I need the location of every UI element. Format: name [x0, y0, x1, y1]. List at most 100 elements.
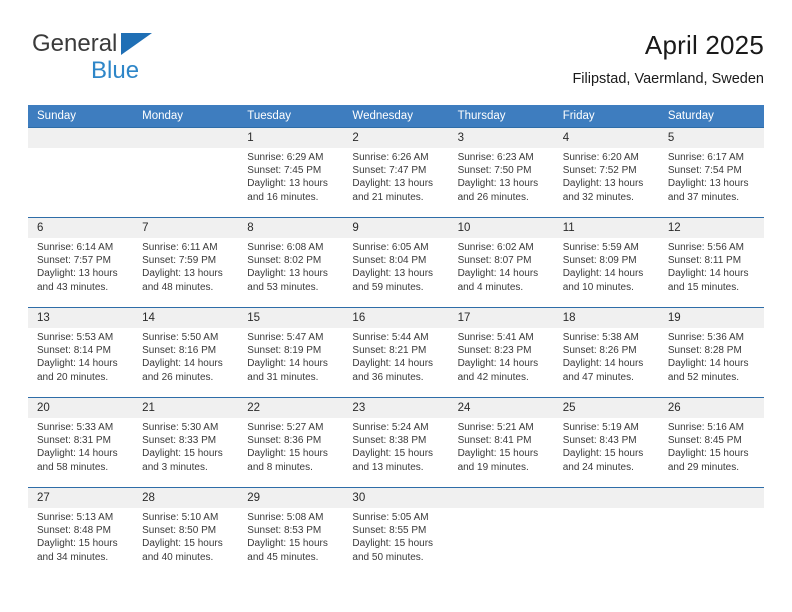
- day-cell[interactable]: 26 Sunrise: 5:16 AM Sunset: 8:45 PM Dayl…: [659, 398, 764, 487]
- day-details: Sunrise: 5:44 AM Sunset: 8:21 PM Dayligh…: [352, 331, 442, 384]
- day-cell[interactable]: 14 Sunrise: 5:50 AM Sunset: 8:16 PM Dayl…: [133, 308, 238, 397]
- sunset-text: Sunset: 8:21 PM: [352, 345, 427, 357]
- daylight-line1: Daylight: 15 hours: [247, 448, 328, 460]
- daylight-line1: Daylight: 13 hours: [667, 178, 749, 190]
- week-row: 20 Sunrise: 5:33 AM Sunset: 8:31 PM Dayl…: [28, 397, 764, 487]
- daylight-line1: Daylight: 13 hours: [37, 268, 118, 280]
- day-cell[interactable]: 9 Sunrise: 6:05 AM Sunset: 8:04 PM Dayli…: [343, 218, 448, 307]
- day-details: Sunrise: 6:17 AM Sunset: 7:54 PM Dayligh…: [668, 151, 758, 204]
- day-cell[interactable]: 15 Sunrise: 5:47 AM Sunset: 8:19 PM Dayl…: [238, 308, 343, 397]
- day-number: 2: [352, 132, 359, 144]
- day-cell[interactable]: 16 Sunrise: 5:44 AM Sunset: 8:21 PM Dayl…: [343, 308, 448, 397]
- sunset-text: Sunset: 7:57 PM: [37, 255, 111, 267]
- daylight-line1: Daylight: 15 hours: [667, 448, 749, 460]
- day-number: 12: [667, 222, 681, 234]
- day-cell[interactable]: 11 Sunrise: 5:59 AM Sunset: 8:09 PM Dayl…: [554, 218, 659, 307]
- day-number: [458, 488, 548, 508]
- day-cell[interactable]: 4 Sunrise: 6:20 AM Sunset: 7:52 PM Dayli…: [554, 128, 659, 217]
- day-number: 3: [457, 132, 464, 144]
- weekday-header-tuesday: Tuesday: [247, 110, 291, 122]
- daylight-line2: and 52 minutes.: [667, 371, 740, 383]
- day-number: 23: [352, 402, 366, 414]
- sunset-text: Sunset: 8:04 PM: [352, 255, 427, 267]
- day-cell[interactable]: [133, 128, 238, 217]
- daylight-line1: Daylight: 14 hours: [352, 358, 434, 370]
- daylight-line1: Daylight: 15 hours: [352, 448, 434, 460]
- day-number: 18: [562, 312, 576, 324]
- day-number: [142, 128, 232, 148]
- weekday-header-sunday: Sunday: [37, 110, 77, 122]
- day-cell[interactable]: 5 Sunrise: 6:17 AM Sunset: 7:54 PM Dayli…: [659, 128, 764, 217]
- day-cell[interactable]: 22 Sunrise: 5:27 AM Sunset: 8:36 PM Dayl…: [238, 398, 343, 487]
- day-cell[interactable]: 23 Sunrise: 5:24 AM Sunset: 8:38 PM Dayl…: [343, 398, 448, 487]
- daylight-line1: Daylight: 13 hours: [352, 268, 434, 280]
- sunset-text: Sunset: 8:48 PM: [37, 525, 111, 537]
- day-details: Sunrise: 5:36 AM Sunset: 8:28 PM Dayligh…: [668, 331, 758, 384]
- day-cell[interactable]: 7 Sunrise: 6:11 AM Sunset: 7:59 PM Dayli…: [133, 218, 238, 307]
- day-details: Sunrise: 5:08 AM Sunset: 8:53 PM Dayligh…: [247, 511, 337, 564]
- day-cell[interactable]: [554, 488, 659, 580]
- sunset-text: Sunset: 8:36 PM: [247, 435, 322, 447]
- day-details: Sunrise: 5:41 AM Sunset: 8:23 PM Dayligh…: [458, 331, 548, 384]
- day-details: Sunrise: 5:47 AM Sunset: 8:19 PM Dayligh…: [247, 331, 337, 384]
- day-cell[interactable]: 21 Sunrise: 5:30 AM Sunset: 8:33 PM Dayl…: [133, 398, 238, 487]
- day-details: Sunrise: 5:53 AM Sunset: 8:14 PM Dayligh…: [37, 331, 127, 384]
- sunset-text: Sunset: 8:53 PM: [247, 525, 322, 537]
- day-cell[interactable]: 6 Sunrise: 6:14 AM Sunset: 7:57 PM Dayli…: [28, 218, 133, 307]
- day-cell[interactable]: 1 Sunrise: 6:29 AM Sunset: 7:45 PM Dayli…: [238, 128, 343, 217]
- day-cell[interactable]: 13 Sunrise: 5:53 AM Sunset: 8:14 PM Dayl…: [28, 308, 133, 397]
- day-cell[interactable]: 24 Sunrise: 5:21 AM Sunset: 8:41 PM Dayl…: [449, 398, 554, 487]
- day-cell[interactable]: 28 Sunrise: 5:10 AM Sunset: 8:50 PM Dayl…: [133, 488, 238, 580]
- sunset-text: Sunset: 8:41 PM: [457, 435, 532, 447]
- day-cell[interactable]: 27 Sunrise: 5:13 AM Sunset: 8:48 PM Dayl…: [28, 488, 133, 580]
- week-row: 1 Sunrise: 6:29 AM Sunset: 7:45 PM Dayli…: [28, 127, 764, 217]
- day-details: Sunrise: 5:21 AM Sunset: 8:41 PM Dayligh…: [458, 421, 548, 474]
- day-cell[interactable]: 30 Sunrise: 5:05 AM Sunset: 8:55 PM Dayl…: [343, 488, 448, 580]
- sunset-text: Sunset: 7:52 PM: [562, 165, 637, 177]
- day-cell[interactable]: 12 Sunrise: 5:56 AM Sunset: 8:11 PM Dayl…: [659, 218, 764, 307]
- day-cell[interactable]: 18 Sunrise: 5:38 AM Sunset: 8:26 PM Dayl…: [554, 308, 659, 397]
- daylight-line2: and 37 minutes.: [667, 191, 740, 203]
- day-number: 8: [247, 222, 254, 234]
- daylight-line2: and 48 minutes.: [142, 281, 214, 293]
- day-details: Sunrise: 6:05 AM Sunset: 8:04 PM Dayligh…: [352, 241, 442, 294]
- daylight-line2: and 58 minutes.: [37, 461, 109, 473]
- day-details: Sunrise: 6:20 AM Sunset: 7:52 PM Dayligh…: [563, 151, 653, 204]
- sunset-text: Sunset: 8:07 PM: [457, 255, 532, 267]
- day-number: 28: [142, 492, 155, 504]
- day-cell[interactable]: [28, 128, 133, 217]
- sunrise-text: Sunrise: 5:27 AM: [247, 422, 324, 433]
- day-cell[interactable]: 29 Sunrise: 5:08 AM Sunset: 8:53 PM Dayl…: [238, 488, 343, 580]
- sunrise-text: Sunrise: 5:21 AM: [457, 422, 534, 433]
- day-cell[interactable]: 25 Sunrise: 5:19 AM Sunset: 8:43 PM Dayl…: [554, 398, 659, 487]
- sunset-text: Sunset: 8:19 PM: [247, 345, 322, 357]
- sunset-text: Sunset: 8:28 PM: [667, 345, 742, 357]
- daylight-line2: and 10 minutes.: [562, 281, 634, 293]
- day-cell[interactable]: 19 Sunrise: 5:36 AM Sunset: 8:28 PM Dayl…: [659, 308, 764, 397]
- sunset-text: Sunset: 8:11 PM: [667, 255, 742, 267]
- day-cell[interactable]: [449, 488, 554, 580]
- daylight-line2: and 42 minutes.: [457, 371, 529, 383]
- day-cell[interactable]: 8 Sunrise: 6:08 AM Sunset: 8:02 PM Dayli…: [238, 218, 343, 307]
- sunrise-text: Sunrise: 5:24 AM: [352, 422, 429, 433]
- day-number: 10: [457, 222, 471, 234]
- daylight-line2: and 15 minutes.: [667, 281, 740, 293]
- day-cell[interactable]: 2 Sunrise: 6:26 AM Sunset: 7:47 PM Dayli…: [343, 128, 448, 217]
- day-cell[interactable]: 10 Sunrise: 6:02 AM Sunset: 8:07 PM Dayl…: [449, 218, 554, 307]
- day-details: Sunrise: 5:24 AM Sunset: 8:38 PM Dayligh…: [352, 421, 442, 474]
- day-number: 6: [37, 222, 44, 234]
- sunrise-text: Sunrise: 6:29 AM: [247, 152, 324, 163]
- daylight-line1: Daylight: 15 hours: [247, 538, 328, 550]
- day-details: Sunrise: 5:16 AM Sunset: 8:45 PM Dayligh…: [668, 421, 758, 474]
- sunrise-text: Sunrise: 5:41 AM: [457, 332, 534, 343]
- daylight-line2: and 26 minutes.: [142, 371, 214, 383]
- general-blue-logo[interactable]: General Blue: [28, 30, 258, 88]
- weekday-header-saturday: Saturday: [667, 110, 714, 122]
- day-cell[interactable]: 20 Sunrise: 5:33 AM Sunset: 8:31 PM Dayl…: [28, 398, 133, 487]
- day-cell[interactable]: 3 Sunrise: 6:23 AM Sunset: 7:50 PM Dayli…: [449, 128, 554, 217]
- day-number: 5: [667, 132, 675, 144]
- day-cell[interactable]: 17 Sunrise: 5:41 AM Sunset: 8:23 PM Dayl…: [449, 308, 554, 397]
- week-row: 6 Sunrise: 6:14 AM Sunset: 7:57 PM Dayli…: [28, 217, 764, 307]
- day-cell[interactable]: [659, 488, 764, 580]
- sunrise-text: Sunrise: 5:08 AM: [247, 512, 324, 523]
